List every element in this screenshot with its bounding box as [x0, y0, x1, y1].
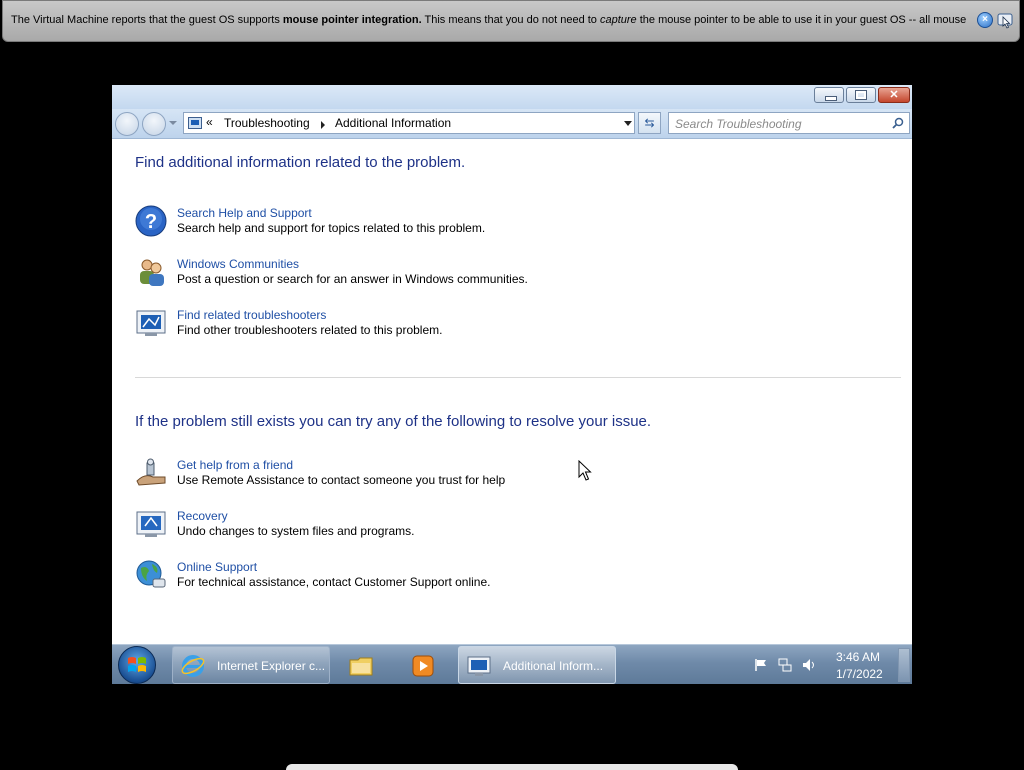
main-content: Find additional information related to t…	[112, 139, 912, 644]
navigation-bar: « Troubleshooting Additional Information…	[112, 109, 912, 139]
taskbar-item-internet-explorer[interactable]: Internet Explorer c...	[172, 646, 330, 684]
troubleshooter-icon	[136, 310, 166, 336]
list-item-windows-communities[interactable]: Windows Communities Post a question or s…	[135, 256, 735, 292]
recovery-icon	[136, 511, 166, 537]
svg-text:?: ?	[145, 211, 157, 233]
show-desktop-button[interactable]	[898, 648, 910, 682]
get-help-from-friend-link[interactable]: Get help from a friend	[177, 458, 293, 472]
address-dropdown-icon[interactable]	[624, 121, 632, 126]
mouse-cursor-icon	[578, 460, 592, 481]
control-panel-icon	[188, 117, 202, 129]
back-button[interactable]	[115, 112, 139, 136]
section-heading: Find additional information related to t…	[135, 154, 466, 171]
troubleshooter-icon	[467, 656, 491, 676]
start-button[interactable]	[118, 646, 156, 684]
section-heading: If the problem still exists you can try …	[135, 413, 652, 430]
item-description: Undo changes to system files and program…	[177, 524, 415, 538]
network-icon[interactable]	[778, 658, 792, 672]
recent-pages-dropdown[interactable]	[169, 121, 177, 125]
forward-button[interactable]	[142, 112, 166, 136]
guest-screen: ✕ « Troubleshooting Additional Informati…	[112, 85, 912, 684]
system-tray: 3:46 AM 1/7/2022	[752, 645, 912, 684]
minimize-button[interactable]	[814, 87, 844, 103]
vm-notification-text: The Virtual Machine reports that the gue…	[11, 14, 967, 26]
media-player-icon	[412, 655, 434, 677]
refresh-button[interactable]: ⇆	[638, 112, 661, 134]
item-description: Search help and support for topics relat…	[177, 221, 486, 235]
remote-assistance-icon	[136, 458, 166, 486]
action-center-flag-icon[interactable]	[754, 658, 768, 672]
item-description: Find other troubleshooters related to th…	[177, 323, 443, 337]
users-icon	[140, 259, 164, 286]
globe-icon	[136, 560, 166, 588]
search-help-link[interactable]: Search Help and Support	[177, 206, 312, 220]
internet-explorer-icon	[181, 655, 205, 677]
folder-icon	[349, 657, 373, 676]
related-troubleshooters-link[interactable]: Find related troubleshooters	[177, 308, 326, 322]
taskbar-label: Internet Explorer c...	[217, 659, 325, 673]
taskbar: Internet Explorer c... Additional Inform…	[112, 644, 912, 684]
item-description: Use Remote Assistance to contact someone…	[177, 473, 506, 487]
search-input[interactable]: Search Troubleshooting	[668, 112, 910, 134]
search-placeholder: Search Troubleshooting	[675, 117, 802, 131]
item-description: Post a question or search for an answer …	[177, 272, 528, 286]
list-item-help-from-friend[interactable]: Get help from a friend Use Remote Assist…	[135, 457, 735, 493]
breadcrumb-troubleshooting[interactable]: Troubleshooting	[224, 116, 310, 130]
item-description: For technical assistance, contact Custom…	[177, 575, 491, 589]
breadcrumb-separator-icon[interactable]	[321, 121, 325, 129]
windows-communities-link[interactable]: Windows Communities	[177, 257, 299, 271]
clock-date[interactable]: 1/7/2022	[836, 667, 883, 681]
breadcrumb-overflow[interactable]: «	[206, 115, 213, 129]
search-icon[interactable]	[892, 117, 904, 129]
list-item-online-support[interactable]: Online Support For technical assistance,…	[135, 559, 735, 595]
taskbar-item-media-player[interactable]	[402, 646, 442, 684]
vm-notification-bar: The Virtual Machine reports that the gue…	[2, 0, 1020, 42]
volume-icon[interactable]	[802, 658, 816, 672]
windows-logo-icon	[128, 657, 146, 672]
close-button[interactable]: ✕	[878, 87, 910, 103]
maximize-button[interactable]	[846, 87, 876, 103]
close-notification-icon[interactable]: ×	[977, 12, 993, 28]
window-titlebar: ✕	[112, 85, 912, 109]
taskbar-item-windows-explorer[interactable]	[340, 646, 386, 684]
taskbar-label: Additional Inform...	[503, 659, 604, 673]
list-item-related-troubleshooters[interactable]: Find related troubleshooters Find other …	[135, 307, 735, 343]
list-item-search-help[interactable]: ? Search Help and Support Search help an…	[135, 205, 735, 241]
breadcrumb-additional-information[interactable]: Additional Information	[335, 116, 451, 130]
help-icon: ?	[135, 205, 167, 237]
clock-time[interactable]: 3:46 AM	[836, 650, 880, 664]
mouse-integration-icon[interactable]	[997, 12, 1015, 30]
taskbar-item-troubleshooting[interactable]: Additional Inform...	[458, 646, 616, 684]
vm-mini-toolbar[interactable]	[286, 764, 738, 770]
address-bar[interactable]: « Troubleshooting Additional Information	[183, 112, 635, 134]
section-divider	[135, 377, 901, 378]
online-support-link[interactable]: Online Support	[177, 560, 257, 574]
list-item-recovery[interactable]: Recovery Undo changes to system files an…	[135, 508, 735, 544]
recovery-link[interactable]: Recovery	[177, 509, 228, 523]
